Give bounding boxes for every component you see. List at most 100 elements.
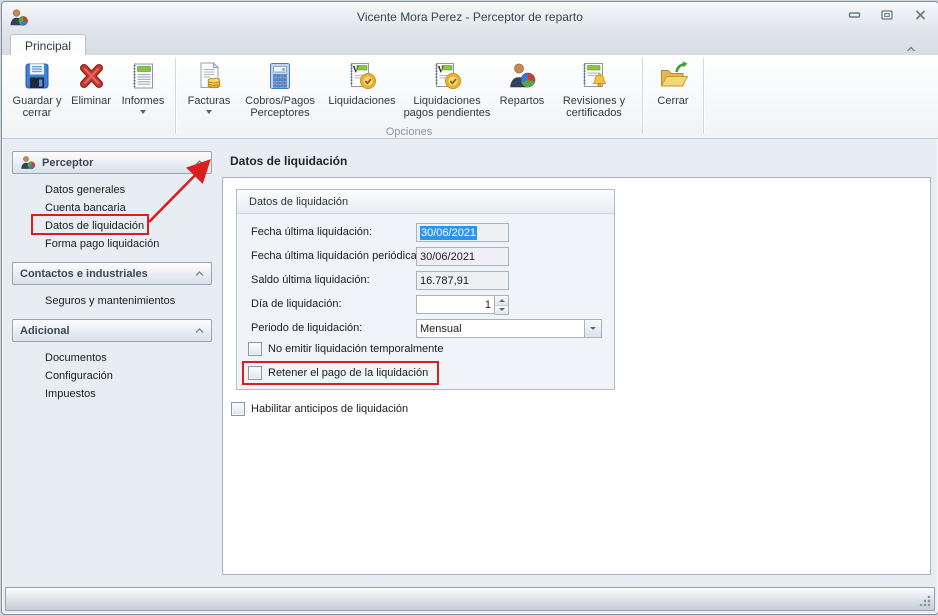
save-and-close-button[interactable]: Guardar y cerrar <box>8 57 66 119</box>
delete-button[interactable]: Eliminar <box>66 57 116 107</box>
dropdown-arrow-icon <box>206 110 212 114</box>
button-label: Informes <box>121 95 165 107</box>
reviews-icon <box>583 63 607 88</box>
combobox-dropdown-button[interactable] <box>584 320 601 337</box>
button-label: Facturas <box>187 95 231 107</box>
invoices-button[interactable]: Facturas <box>181 57 237 114</box>
close-folder-icon <box>660 61 689 87</box>
sidebar-item-documentos[interactable]: Documentos <box>10 349 214 367</box>
sidebar-header-adicional[interactable]: Adicional <box>12 319 212 342</box>
main-area: Datos de liquidación Datos de liquidació… <box>218 140 933 586</box>
field-value: 1 <box>484 298 491 311</box>
sidebar-section-adicional: Adicional Documentos Configuración Impue… <box>10 319 214 412</box>
button-label: Liquidaciones pagos pendientes <box>403 95 491 119</box>
ribbon-group-opciones: Facturas 0 Cobros/Pagos Perceptores V Li… <box>179 55 639 139</box>
svg-text:V: V <box>438 65 445 75</box>
button-label: Repartos <box>499 95 545 107</box>
delete-icon <box>80 64 103 88</box>
section-chevron-icon[interactable] <box>195 157 204 169</box>
sidebar-item-datos-de-liquidacion[interactable]: Datos de liquidación <box>10 217 214 235</box>
button-label: Cerrar <box>657 95 689 107</box>
habilitar-anticipos-checkbox[interactable] <box>231 402 245 416</box>
spinner-up-button[interactable] <box>495 296 508 306</box>
sidebar-header-contactos[interactable]: Contactos e industriales <box>12 262 212 285</box>
spinner-down-icon <box>498 308 505 312</box>
groupbox-title: Datos de liquidación <box>237 190 614 214</box>
button-label: Eliminar <box>71 95 111 107</box>
ribbon-group-label: Opciones <box>385 126 433 138</box>
ribbon: Guardar y cerrar Eliminar Informes Factu… <box>2 55 938 139</box>
combobox-value: Mensual <box>420 322 462 335</box>
no-emitir-checkbox[interactable] <box>248 342 262 356</box>
tab-principal[interactable]: Principal <box>10 34 87 56</box>
field-label: Fecha última liquidación: <box>251 226 373 238</box>
perceptor-icon <box>21 155 36 169</box>
sidebar-header-perceptor[interactable]: Perceptor <box>12 151 212 174</box>
collections-payments-button[interactable]: 0 Cobros/Pagos Perceptores <box>237 57 323 119</box>
minimize-button[interactable] <box>846 8 862 22</box>
collapse-ribbon-icon <box>907 46 915 52</box>
dia-liquidacion-spinner[interactable]: 1 <box>416 295 509 315</box>
spinner-up-icon <box>498 298 505 302</box>
restore-button[interactable] <box>879 8 895 22</box>
saldo-ultima-liquidacion-field[interactable]: 16.787,91 <box>416 271 509 290</box>
dropdown-arrow-icon <box>140 110 146 114</box>
selected-text: 30/06/2021 <box>420 225 478 240</box>
sidebar-item-impuestos[interactable]: Impuestos <box>10 385 214 403</box>
sidebar-item-datos-generales[interactable]: Datos generales <box>10 181 214 199</box>
sidebar-item-configuracion[interactable]: Configuración <box>10 367 214 385</box>
button-label: Guardar y cerrar <box>12 95 62 119</box>
app-window: Vicente Mora Perez - Perceptor de repart… <box>1 1 938 615</box>
reports-button[interactable]: Informes <box>116 57 170 114</box>
section-title: Contactos e industriales <box>20 267 148 280</box>
sidebar-section-perceptor: Perceptor Datos generales Cuenta bancari… <box>10 151 214 262</box>
checkbox-label: Retener el pago de la liquidación <box>268 367 429 379</box>
periodo-liquidacion-combobox[interactable]: Mensual <box>416 319 602 338</box>
ribbon-separator <box>703 58 704 134</box>
liquidation-groupbox: Datos de liquidación Fecha última liquid… <box>236 189 615 390</box>
ribbon-separator <box>642 58 643 134</box>
section-title: Adicional <box>20 324 70 337</box>
minimize-icon <box>848 12 860 18</box>
section-chevron-icon[interactable] <box>195 268 204 280</box>
navigation-sidebar: Perceptor Datos generales Cuenta bancari… <box>10 151 214 412</box>
save-icon <box>25 63 49 89</box>
fecha-ultima-liquidacion-periodica-field[interactable]: 30/06/2021 <box>416 247 509 266</box>
section-chevron-icon[interactable] <box>195 325 204 337</box>
close-form-button[interactable]: Cerrar <box>648 57 698 107</box>
ribbon-group-close: Cerrar <box>646 55 700 139</box>
ribbon-separator <box>175 58 176 134</box>
status-bar <box>5 587 935 611</box>
distributions-icon <box>510 63 536 88</box>
sidebar-item-cuenta-bancaria[interactable]: Cuenta bancaria <box>10 199 214 217</box>
habilitar-anticipos-checkbox-row: Habilitar anticipos de liquidación <box>231 402 408 416</box>
sidebar-item-forma-pago-liquidacion[interactable]: Forma pago liquidación <box>10 235 214 253</box>
section-title: Perceptor <box>42 156 94 169</box>
spinner-down-button[interactable] <box>495 305 508 314</box>
field-label: Saldo última liquidación: <box>251 274 370 286</box>
reviews-certificates-button[interactable]: Revisiones y certificados <box>551 57 637 119</box>
ribbon-group-main: Guardar y cerrar Eliminar Informes <box>6 55 172 139</box>
window-close-icon <box>915 10 925 20</box>
calculator-icon: 0 <box>270 63 290 89</box>
resize-grip-icon[interactable] <box>919 595 931 607</box>
button-label: Revisiones y certificados <box>562 95 626 119</box>
field-value: 16.787,91 <box>420 274 469 287</box>
settlements-button[interactable]: V Liquidaciones <box>323 57 401 107</box>
combo-arrow-icon <box>590 327 596 330</box>
pending-settlements-button[interactable]: V Liquidaciones pagos pendientes <box>401 57 493 119</box>
retener-pago-checkbox[interactable] <box>248 366 262 380</box>
sidebar-section-contactos: Contactos e industriales Seguros y mante… <box>10 262 214 319</box>
distributions-button[interactable]: Repartos <box>493 57 551 107</box>
detail-panel: Datos de liquidación Fecha última liquid… <box>222 177 931 575</box>
svg-text:0: 0 <box>282 67 285 73</box>
fecha-ultima-liquidacion-field[interactable]: 30/06/2021 <box>416 223 509 242</box>
reports-icon <box>133 63 153 89</box>
close-button[interactable] <box>912 8 928 22</box>
checkbox-label: No emitir liquidación temporalmente <box>268 343 444 355</box>
page-title: Datos de liquidación <box>230 154 348 168</box>
checkbox-label: Habilitar anticipos de liquidación <box>251 403 409 415</box>
retener-pago-checkbox-row: Retener el pago de la liquidación <box>248 366 428 380</box>
field-value: 30/06/2021 <box>420 250 476 263</box>
sidebar-item-seguros-mantenimientos[interactable]: Seguros y mantenimientos <box>10 292 214 310</box>
